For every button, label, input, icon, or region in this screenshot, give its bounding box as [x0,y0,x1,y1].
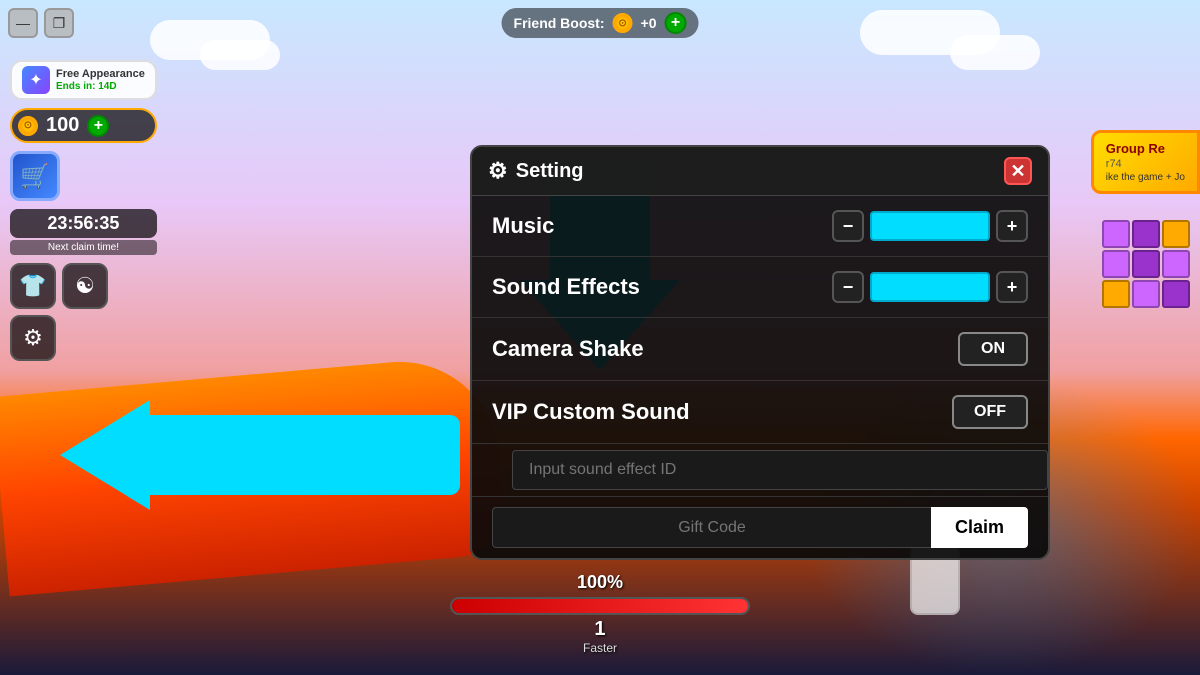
sfx-plus-icon: + [1007,277,1018,298]
music-control: − + [832,210,1028,242]
music-slider[interactable] [870,211,990,241]
block-4 [1102,250,1130,278]
sound-effects-setting-row: Sound Effects − + [472,257,1048,318]
free-appearance-label: Free Appearance [56,68,145,81]
sound-id-row [472,444,1048,497]
music-minus-icon: − [843,216,854,237]
modal-header: ⚙ Setting ✕ [472,147,1048,196]
music-plus-button[interactable]: + [996,210,1028,242]
block-6 [1162,250,1190,278]
progress-bar-fill [452,599,748,613]
music-plus-icon: + [1007,216,1018,237]
cloud-2 [200,40,280,70]
cart-button[interactable]: 🛒 [10,151,60,201]
block-7 [1102,280,1130,308]
camera-shake-label: Camera Shake [492,336,644,362]
sfx-minus-icon: − [843,277,854,298]
free-appearance-sub: Ends in: 14D [56,81,145,92]
shirt-icon: 👕 [19,273,46,299]
friend-boost-add-button[interactable]: + [664,12,686,34]
coins-display: ⊙ 100 + [10,108,157,143]
coins-add-button[interactable]: + [87,115,109,137]
block-9 [1162,280,1190,308]
timer-value: 23:56:35 [47,213,119,233]
settings-modal: ⚙ Setting ✕ Music − + Sound Effects [470,145,1050,560]
bottom-counter: 1 Faster [583,618,617,655]
friend-boost-value: +0 [641,15,657,31]
settings-hud-button[interactable]: ⚙ [10,315,56,361]
block-1 [1102,220,1130,248]
sound-effects-label: Sound Effects [492,274,640,300]
coin-icon: ⊙ [18,116,38,136]
gift-code-row: Claim [472,497,1048,558]
close-modal-button[interactable]: ✕ [1004,157,1032,185]
coins-add-icon: + [94,117,103,135]
free-appearance-badge[interactable]: ✦ Free Appearance Ends in: 14D [10,60,157,100]
decorative-blocks [1102,220,1190,308]
shirt-button[interactable]: 👕 [10,263,56,309]
sound-effects-control: − + [832,271,1028,303]
counter-number: 1 [583,618,617,641]
coins-value: 100 [46,114,79,137]
music-setting-row: Music − + [472,196,1048,257]
group-reward-sub: ike the game + Jo [1106,172,1185,183]
minimize-button[interactable]: — [8,8,38,38]
restore-button[interactable]: ❐ [44,8,74,38]
friend-boost-hud: Friend Boost: ⊙ +0 + [502,8,699,38]
swirl-button[interactable]: ☯ [62,263,108,309]
restore-icon: ❐ [53,15,66,32]
bottom-icons-row: 👕 ☯ [10,263,157,309]
claim-label: Claim [955,517,1004,537]
swirl-icon: ☯ [75,273,95,299]
gift-code-input[interactable] [492,507,931,548]
modal-title-area: ⚙ Setting [488,158,584,184]
progress-bar-background [450,597,750,615]
timer-display: 23:56:35 [10,209,157,238]
group-reward-title: Group Re [1106,141,1185,157]
cloud-4 [950,35,1040,70]
music-minus-button[interactable]: − [832,210,864,242]
settings-hud-icon: ⚙ [23,325,43,351]
block-2 [1132,220,1160,248]
vip-sound-value: OFF [974,403,1006,420]
camera-shake-setting-row: Camera Shake ON [472,318,1048,381]
sfx-minus-button[interactable]: − [832,271,864,303]
progress-section: 100% [450,572,750,615]
block-3 [1162,220,1190,248]
camera-shake-toggle[interactable]: ON [958,332,1028,366]
sound-id-input[interactable] [512,450,1048,490]
vip-sound-toggle[interactable]: OFF [952,395,1028,429]
boost-coin-icon: ⊙ [613,13,633,33]
sfx-slider[interactable] [870,272,990,302]
music-label: Music [492,213,554,239]
camera-shake-value: ON [981,340,1005,357]
close-icon: ✕ [1010,161,1025,182]
free-appearance-text: Free Appearance Ends in: 14D [56,68,145,92]
minimize-icon: — [16,15,30,31]
block-5 [1132,250,1160,278]
window-controls: — ❐ [8,8,74,38]
group-reward-panel[interactable]: Group Re r74 ike the game + Jo [1091,130,1200,194]
gear-icon: ⚙ [488,158,508,184]
claim-button[interactable]: Claim [931,507,1028,548]
group-reward-suffix: r74 [1106,158,1185,170]
vip-sound-label: VIP Custom Sound [492,399,690,425]
vip-sound-setting-row: VIP Custom Sound OFF [472,381,1048,444]
cart-icon: 🛒 [20,162,50,191]
block-8 [1132,280,1160,308]
left-hud: ✦ Free Appearance Ends in: 14D ⊙ 100 + 🛒… [10,60,157,361]
sfx-plus-button[interactable]: + [996,271,1028,303]
free-appearance-icon: ✦ [22,66,50,94]
modal-title-text: Setting [516,160,584,183]
counter-label: Faster [583,641,617,655]
friend-boost-label: Friend Boost: [514,15,605,31]
add-icon: + [671,14,680,32]
timer-subtitle: Next claim time! [10,240,157,255]
modal-body: Music − + Sound Effects − + [472,196,1048,558]
progress-label: 100% [450,572,750,593]
